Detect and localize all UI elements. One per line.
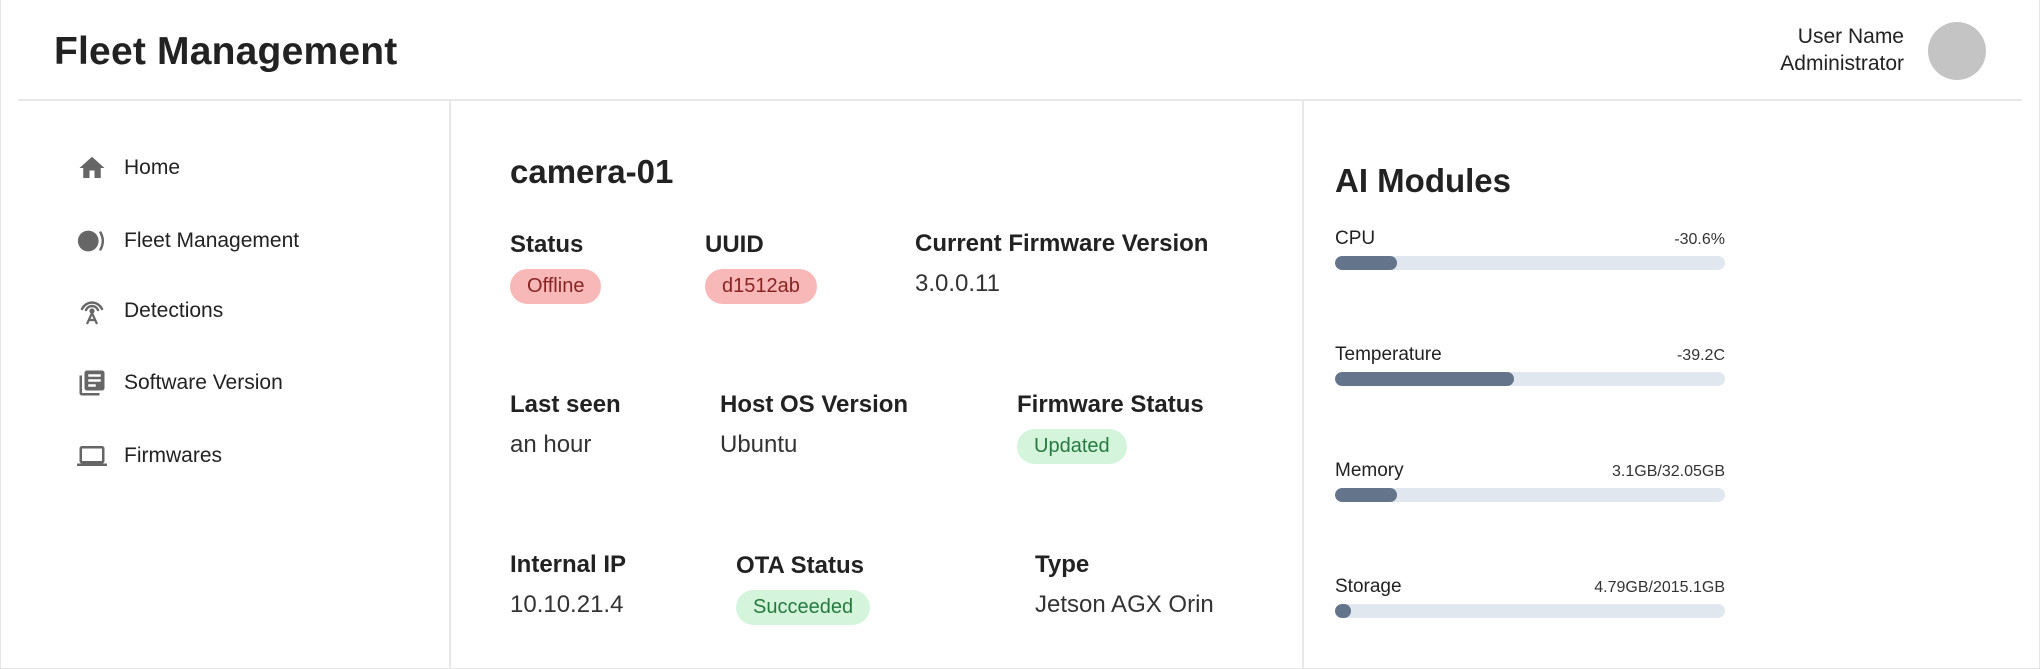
sidebar-item-software-version[interactable]: Software Version [76, 366, 283, 400]
top-header: Fleet Management User Name Administrator [18, 0, 2022, 101]
last-seen-field: Last seen an hour [510, 391, 621, 459]
sidebar-item-fleet-management[interactable]: Fleet Management [76, 224, 299, 258]
ai-modules-title: AI Modules [1335, 162, 1512, 199]
avatar[interactable] [1928, 22, 1986, 80]
sidebar-item-label: Fleet Management [124, 229, 300, 252]
metric-value: 4.79GB/2015.1GB [1594, 579, 1725, 596]
metric-value: 3.1GB/32.05GB [1612, 463, 1725, 480]
sidebar-item-firmwares[interactable]: Firmwares [76, 439, 222, 473]
progress-fill [1335, 372, 1515, 386]
progress-track [1335, 256, 1725, 270]
host-os-label: Host OS Version [720, 391, 909, 418]
firmware-status-badge: Updated [1017, 429, 1127, 464]
fleet-icon [76, 225, 108, 257]
metric-memory: Memory 3.1GB/32.05GB [1335, 460, 1725, 502]
uuid-field: UUID d1512ab [705, 231, 817, 304]
metric-storage: Storage 4.79GB/2015.1GB [1335, 576, 1725, 618]
ota-status-field: OTA Status Succeeded [736, 552, 871, 625]
firmware-version-value: 3.0.0.11 [915, 270, 1000, 297]
host-os-field: Host OS Version Ubuntu [720, 391, 908, 459]
metric-label: Temperature [1335, 344, 1442, 365]
metric-cpu: CPU -30.6% [1335, 228, 1725, 270]
last-seen-value: an hour [510, 431, 592, 458]
uuid-label: UUID [705, 231, 764, 258]
user-role: Administrator [1780, 52, 1904, 75]
metric-value: -30.6% [1674, 231, 1725, 248]
type-label: Type [1035, 551, 1090, 578]
ota-status-label: OTA Status [736, 552, 865, 579]
firmware-version-label: Current Firmware Version [915, 230, 1209, 257]
home-icon [76, 152, 108, 184]
host-os-value: Ubuntu [720, 431, 798, 458]
type-field: Type Jetson AGX Orin [1035, 551, 1214, 619]
sidebar-item-detections[interactable]: Detections [76, 294, 223, 328]
progress-track [1335, 604, 1725, 618]
uuid-badge: d1512ab [705, 269, 817, 304]
firmware-status-label: Firmware Status [1017, 391, 1204, 418]
firmware-version-field: Current Firmware Version 3.0.0.11 [915, 230, 1208, 298]
status-badge: Offline [510, 269, 602, 304]
progress-fill [1335, 604, 1351, 618]
sidebar-item-label: Software Version [124, 371, 283, 394]
internal-ip-value: 10.10.21.4 [510, 591, 624, 618]
internal-ip-label: Internal IP [510, 551, 627, 578]
internal-ip-field: Internal IP 10.10.21.4 [510, 551, 626, 619]
ota-status-badge: Succeeded [736, 590, 871, 625]
progress-fill [1335, 488, 1398, 502]
sidebar-item-label: Detections [124, 299, 224, 322]
user-info[interactable]: User Name Administrator [1780, 24, 1904, 78]
laptop-icon [76, 440, 108, 472]
type-value: Jetson AGX Orin [1035, 591, 1214, 618]
progress-fill [1335, 256, 1398, 270]
progress-track [1335, 372, 1725, 386]
device-detail-panel: camera-01 Status Offline UUID d1512ab Cu… [451, 101, 1304, 669]
status-field: Status Offline [510, 231, 602, 304]
status-label: Status [510, 231, 584, 258]
sidebar-item-home[interactable]: Home [76, 151, 180, 185]
sidebar-item-label: Firmwares [124, 444, 222, 467]
sidebar: Home Fleet Management Detections Softwar… [18, 101, 451, 669]
antenna-icon [76, 295, 108, 327]
metric-label: Memory [1335, 460, 1404, 481]
library-icon [76, 367, 108, 399]
metric-label: Storage [1335, 576, 1402, 597]
ai-modules-panel: AI Modules CPU -30.6% Temperature -39.2C… [1304, 101, 2040, 669]
user-name: User Name [1797, 25, 1904, 48]
metric-temperature: Temperature -39.2C [1335, 344, 1725, 386]
metric-label: CPU [1335, 228, 1376, 249]
firmware-status-field: Firmware Status Updated [1017, 391, 1204, 464]
progress-track [1335, 488, 1725, 502]
app-title: Fleet Management [54, 30, 398, 73]
metric-value: -39.2C [1676, 347, 1725, 364]
last-seen-label: Last seen [510, 391, 621, 418]
sidebar-item-label: Home [124, 156, 181, 179]
device-name: camera-01 [510, 153, 674, 190]
